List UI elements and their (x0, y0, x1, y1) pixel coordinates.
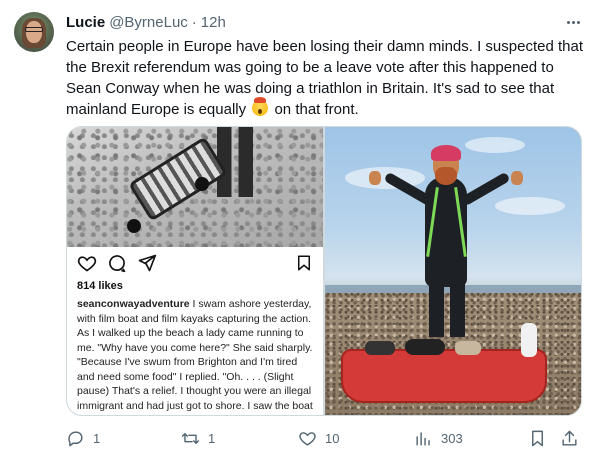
tweet-header: Lucie @ByrneLuc · 12h (66, 12, 226, 32)
like-count: 10 (325, 430, 340, 446)
kayak-trolley (128, 136, 228, 222)
caption-username: seanconwayadventure (77, 298, 190, 310)
share-icon (138, 254, 157, 272)
avatar-face (26, 21, 42, 43)
bookmark-icon (532, 430, 543, 446)
bookmark-button[interactable] (528, 426, 547, 450)
author-handle[interactable]: @ByrneLuc (109, 14, 188, 31)
retweet-count: 1 (208, 430, 216, 446)
bookmark-icon (298, 255, 310, 271)
heart-icon (77, 256, 97, 272)
heart-outline-icon (299, 431, 316, 446)
caption-text: I swam ashore yesterday, with film boat … (77, 298, 313, 415)
kayak-gear (455, 341, 481, 355)
tweet-time[interactable]: 12h (201, 14, 226, 31)
author-name[interactable]: Lucie (66, 14, 105, 31)
thumbs-up-right (511, 171, 523, 185)
analytics-icon (416, 431, 430, 446)
comment-icon (109, 255, 126, 273)
instagram-photo (67, 127, 323, 247)
swimmer-beard (435, 167, 457, 185)
like-button[interactable]: 10 (298, 426, 339, 450)
instagram-actions (77, 253, 157, 273)
kayak-gear (365, 341, 395, 355)
media-image-swimmer-photo[interactable] (325, 127, 581, 415)
tweet-text-part-2: on that front. (270, 101, 359, 118)
reply-icon (68, 430, 83, 446)
person-legs (217, 127, 253, 197)
more-options-icon[interactable] (561, 14, 585, 30)
share-button[interactable] (560, 426, 579, 450)
media-grid: 814 likes seanconwayadventure I swam ash… (66, 126, 582, 416)
avatar-glasses (25, 27, 43, 32)
tweet-text: Certain people in Europe have been losin… (66, 36, 586, 120)
kayak-gear (405, 339, 445, 355)
swim-cap (431, 145, 461, 161)
exploding-head-icon (252, 97, 269, 116)
cloud (465, 137, 525, 153)
reply-count: 1 (93, 430, 101, 446)
share-icon (562, 430, 577, 446)
media-image-instagram-post[interactable]: 814 likes seanconwayadventure I swam ash… (67, 127, 323, 415)
tweet-actions: 1 1 10 303 (66, 426, 582, 450)
instagram-caption: seanconwayadventure I swam ashore yester… (77, 297, 317, 415)
instagram-likes: 814 likes (77, 280, 123, 292)
views-button[interactable]: 303 (414, 426, 463, 450)
retweet-button[interactable]: 1 (181, 426, 215, 450)
water-bottle (521, 323, 537, 357)
trolley-wheel (195, 177, 209, 191)
thumbs-up-left (369, 171, 381, 185)
red-kayak (341, 349, 547, 403)
retweet-icon (181, 432, 200, 444)
tweet[interactable]: Lucie @ByrneLuc · 12h Certain people in … (0, 0, 598, 460)
reply-button[interactable]: 1 (66, 426, 100, 450)
view-count: 303 (441, 430, 463, 446)
separator-dot: · (191, 13, 197, 31)
trolley-wheel (127, 219, 141, 233)
avatar[interactable] (14, 12, 54, 52)
cloud (495, 197, 565, 215)
